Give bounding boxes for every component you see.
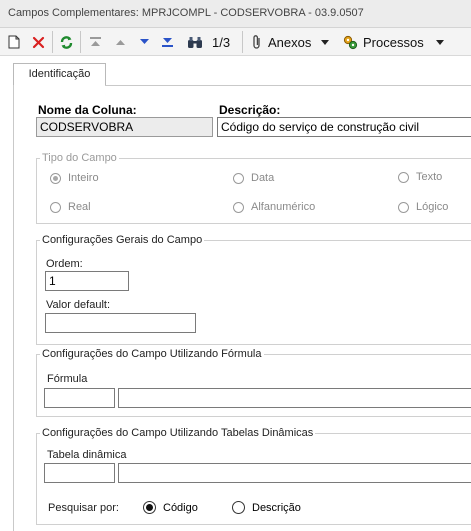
record-position: 1/3: [212, 34, 231, 50]
anexos-button[interactable]: Anexos: [251, 32, 330, 52]
tabela-desc-field[interactable]: [118, 463, 471, 483]
chevron-down-icon: [435, 39, 444, 45]
radio-circle: [232, 501, 245, 514]
radio-circle: [143, 501, 156, 514]
previous-record-icon[interactable]: [114, 32, 127, 52]
nome-coluna-label: Nome da Coluna:: [38, 103, 137, 117]
radio-label: Texto: [416, 171, 443, 183]
radio-texto[interactable]: Texto: [398, 171, 442, 183]
formula-desc-field[interactable]: [118, 388, 471, 408]
toolbar: 1/3 Anexos Processos: [0, 28, 471, 56]
delete-icon[interactable]: [32, 32, 45, 52]
radio-logico[interactable]: Lógico: [398, 201, 448, 213]
descricao-field[interactable]: Código do serviço de construção civil: [217, 117, 471, 137]
radio-label: Real: [68, 201, 91, 213]
processos-label: Processos: [363, 34, 424, 50]
radio-circle: [233, 172, 244, 184]
radio-real[interactable]: Real: [50, 201, 91, 213]
formula-label: Fórmula: [47, 373, 88, 385]
descricao-label: Descrição:: [219, 103, 281, 117]
last-record-icon[interactable]: [161, 32, 174, 52]
tabela-code-field[interactable]: [44, 463, 115, 483]
first-record-icon[interactable]: [89, 32, 102, 52]
radio-label: Data: [251, 172, 275, 184]
radio-pesquisar-descricao[interactable]: Descrição: [232, 501, 301, 514]
tabela-dinamica-label: Tabela dinâmica: [47, 449, 127, 461]
radio-label: Descrição: [252, 501, 301, 514]
valor-default-label: Valor default:: [46, 299, 111, 311]
tab-content-border: [13, 85, 14, 531]
radio-inteiro[interactable]: Inteiro: [50, 172, 99, 184]
refresh-icon[interactable]: [59, 32, 74, 52]
radio-alfanumerico[interactable]: Alfanumérico: [233, 201, 315, 213]
formula-code-field[interactable]: [44, 388, 115, 408]
radio-circle: [398, 201, 409, 213]
config-gerais-legend: Configurações Gerais do Campo: [42, 234, 203, 246]
new-icon[interactable]: [8, 32, 20, 52]
next-record-icon[interactable]: [138, 32, 151, 52]
toolbar-separator: [80, 31, 81, 53]
radio-circle: [50, 201, 61, 213]
window-title: Campos Complementares: MPRJCOMPL - CODSE…: [0, 0, 471, 28]
binoculars-icon[interactable]: [187, 32, 203, 52]
chevron-down-icon: [321, 39, 330, 45]
valor-default-field[interactable]: [45, 313, 196, 333]
radio-data[interactable]: Data: [233, 172, 274, 184]
config-formula-legend: Configurações do Campo Utilizando Fórmul…: [42, 348, 262, 360]
anexos-label: Anexos: [268, 34, 312, 50]
config-tabelas-legend: Configurações do Campo Utilizando Tabela…: [42, 427, 314, 439]
tipo-campo-legend: Tipo do Campo: [42, 152, 117, 164]
ordem-field[interactable]: 1: [45, 271, 129, 291]
toolbar-separator: [242, 31, 243, 53]
radio-circle: [398, 171, 409, 183]
radio-circle: [233, 201, 244, 213]
nome-coluna-field[interactable]: CODSERVOBRA: [36, 117, 213, 137]
processos-button[interactable]: Processos: [343, 32, 444, 52]
radio-label: Lógico: [416, 201, 449, 213]
tab-content-border: [105, 85, 471, 86]
tab-strip: Identificação: [0, 56, 471, 86]
radio-label: Inteiro: [68, 172, 99, 184]
paperclip-icon: [251, 34, 263, 50]
radio-pesquisar-codigo[interactable]: Código: [143, 501, 198, 514]
radio-label: Alfanumérico: [251, 201, 316, 213]
radio-label: Código: [163, 501, 198, 514]
tipo-campo-group: Tipo do Campo: [36, 152, 471, 224]
ordem-label: Ordem:: [46, 258, 83, 270]
toolbar-separator: [52, 31, 53, 53]
pesquisar-por-label: Pesquisar por:: [48, 502, 119, 514]
radio-circle: [50, 172, 61, 184]
tab-identificacao[interactable]: Identificação: [13, 63, 106, 86]
gears-icon: [343, 35, 358, 50]
